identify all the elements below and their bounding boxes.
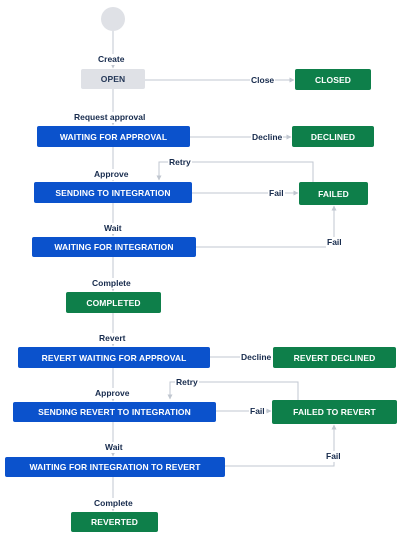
- workflow-diagram: OPEN CLOSED WAITING FOR APPROVAL DECLINE…: [0, 0, 397, 533]
- start-node: [101, 7, 125, 31]
- status-completed[interactable]: COMPLETED: [66, 292, 161, 313]
- transition-retry-revert[interactable]: Retry: [175, 377, 199, 388]
- transition-decline[interactable]: Decline: [251, 132, 284, 143]
- status-closed[interactable]: CLOSED: [295, 69, 371, 90]
- status-declined[interactable]: DECLINED: [292, 126, 374, 147]
- transition-fail-sending[interactable]: Fail: [268, 188, 285, 199]
- status-sending-to-integration[interactable]: SENDING TO INTEGRATION: [34, 182, 192, 203]
- transition-retry[interactable]: Retry: [168, 157, 192, 168]
- transition-revert[interactable]: Revert: [98, 333, 127, 344]
- status-waiting-for-approval[interactable]: WAITING FOR APPROVAL: [37, 126, 190, 147]
- connector-fail-waiting: [196, 205, 337, 248]
- transition-approve-revert[interactable]: Approve: [94, 388, 131, 399]
- transition-complete-revert[interactable]: Complete: [93, 498, 134, 509]
- status-open[interactable]: OPEN: [81, 69, 145, 89]
- status-revert-declined[interactable]: REVERT DECLINED: [273, 347, 396, 368]
- status-failed[interactable]: FAILED: [299, 182, 368, 205]
- transition-complete[interactable]: Complete: [91, 278, 132, 289]
- transition-fail-waiting-revert[interactable]: Fail: [325, 451, 342, 462]
- transition-wait-revert[interactable]: Wait: [104, 442, 124, 453]
- transition-fail-waiting[interactable]: Fail: [326, 237, 343, 248]
- transition-request-approval[interactable]: Request approval: [73, 112, 147, 123]
- status-reverted[interactable]: REVERTED: [71, 512, 158, 532]
- transition-approve[interactable]: Approve: [93, 169, 130, 180]
- transition-decline-revert[interactable]: Decline: [240, 352, 273, 363]
- transition-create[interactable]: Create: [97, 54, 126, 65]
- status-waiting-for-integration-to-revert[interactable]: WAITING FOR INTEGRATION TO REVERT: [5, 457, 225, 477]
- status-failed-to-revert[interactable]: FAILED TO REVERT: [272, 400, 397, 424]
- transition-wait[interactable]: Wait: [103, 223, 123, 234]
- connector-fail-waiting-revert: [225, 424, 337, 467]
- status-sending-revert-to-integration[interactable]: SENDING REVERT TO INTEGRATION: [13, 402, 216, 422]
- transition-fail-sending-revert[interactable]: Fail: [249, 406, 266, 417]
- status-waiting-for-integration[interactable]: WAITING FOR INTEGRATION: [32, 237, 196, 257]
- transition-close[interactable]: Close: [250, 75, 276, 86]
- status-revert-waiting-for-approval[interactable]: REVERT WAITING FOR APPROVAL: [18, 347, 210, 368]
